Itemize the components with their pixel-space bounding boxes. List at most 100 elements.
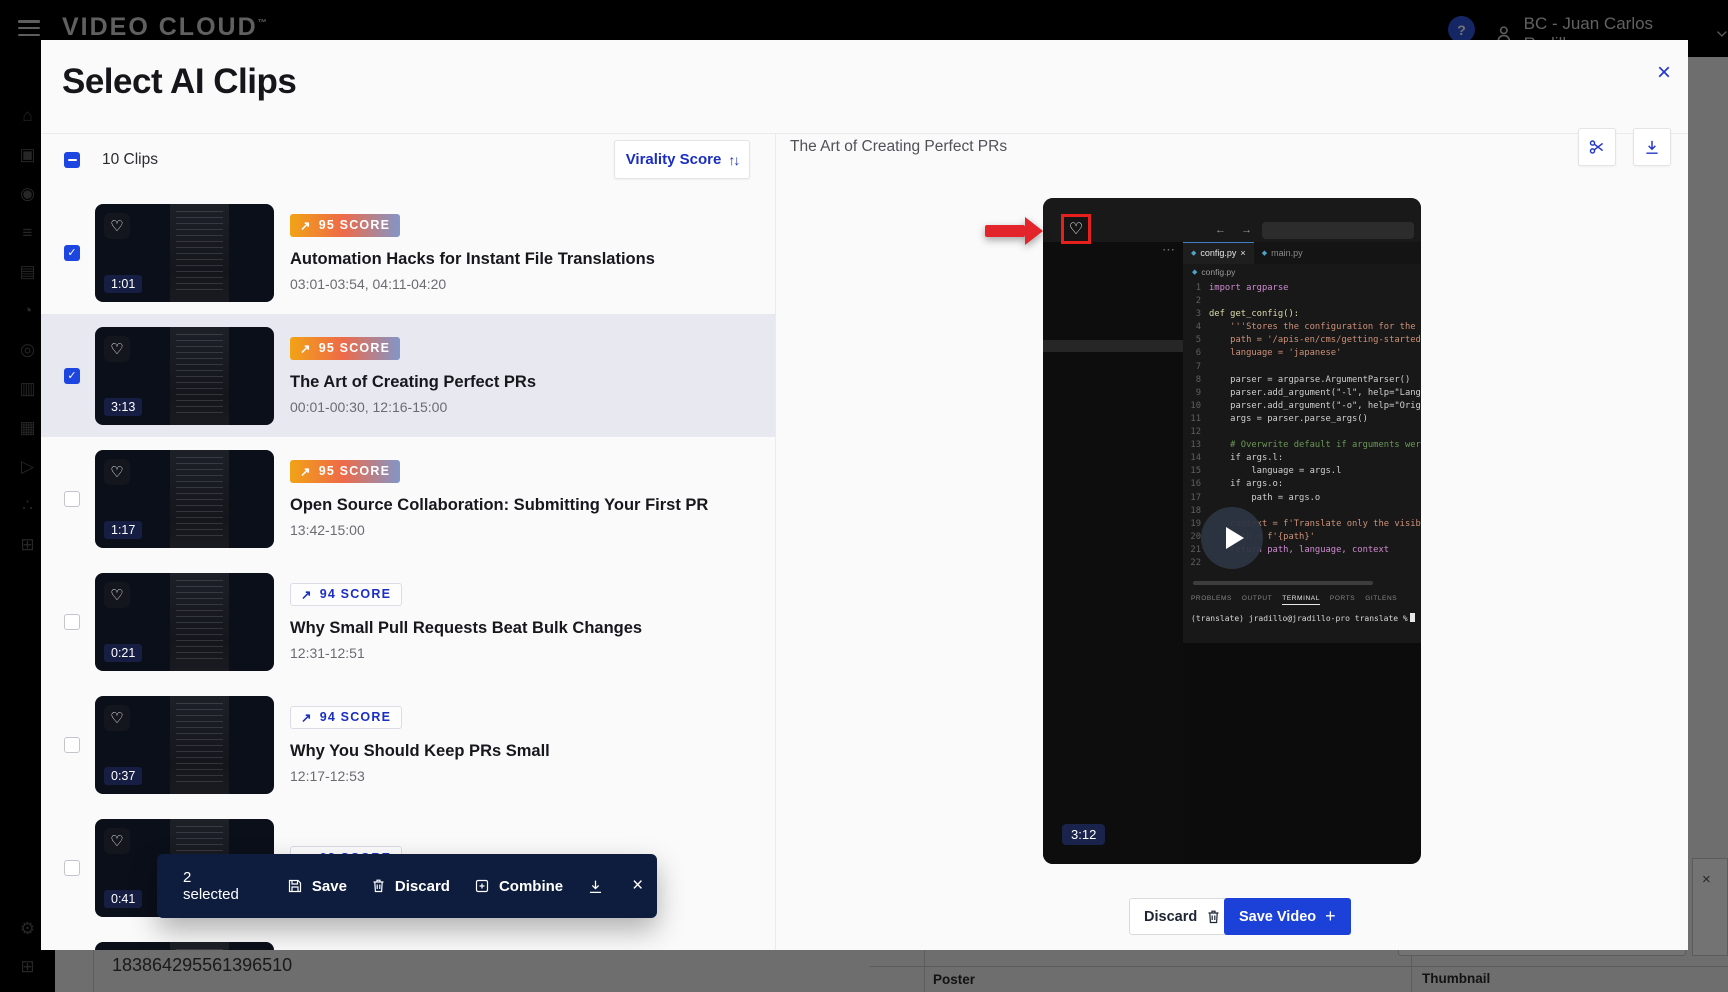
thumbnail-image — [170, 942, 229, 951]
download-clip-button[interactable] — [1633, 128, 1671, 166]
vscode-search-box — [1262, 222, 1414, 239]
select-ai-clips-modal: Select AI Clips × 10 Clips Virality Scor… — [41, 40, 1688, 950]
download-icon — [587, 878, 604, 895]
sort-arrows-icon: ↑↓ — [728, 152, 738, 168]
virality-score-badge: ↗ 95 SCORE — [290, 460, 400, 483]
thumbnail-image — [170, 204, 229, 302]
clip-thumbnail[interactable]: ♡ 3:13 — [95, 327, 274, 425]
score-text: 94 SCORE — [320, 587, 391, 601]
virality-score-badge: ↗ 94 SCORE — [290, 583, 402, 606]
editor-breadcrumb: ◆ config.py — [1183, 264, 1421, 280]
clip-title: Open Source Collaboration: Submitting Yo… — [290, 496, 708, 515]
virality-score-badge: ↗ 95 SCORE — [290, 214, 400, 237]
clip-duration-badge: 1:17 — [104, 521, 142, 539]
modal-title: Select AI Clips — [62, 62, 296, 102]
clip-checkbox[interactable] — [64, 491, 80, 507]
play-icon — [1226, 527, 1244, 549]
clip-duration-badge: 1:01 — [104, 275, 142, 293]
select-all-checkbox[interactable] — [64, 152, 80, 168]
clip-thumbnail[interactable]: ♡ 0:21 — [95, 573, 274, 671]
heart-icon[interactable]: ♡ — [104, 705, 130, 731]
clip-duration-badge: 0:21 — [104, 644, 142, 662]
clip-duration-badge: 0:37 — [104, 767, 142, 785]
thumbnail-image — [170, 573, 229, 671]
trash-icon — [1206, 909, 1221, 925]
trash-icon — [371, 878, 386, 894]
selected-count: 2 selected — [183, 869, 239, 903]
clip-row[interactable]: ✓ ♡ 1:01 ↗ 95 SCORE Automation Hacks for… — [41, 191, 775, 314]
clip-thumbnail[interactable]: ♡ — [95, 942, 274, 951]
clip-info: ↗ 95 SCORE Automation Hacks for Instant … — [290, 214, 655, 292]
virality-score-badge: ↗ 94 SCORE — [290, 706, 402, 729]
terminal-tabs: PROBLEMSOUTPUTTERMINALPORTSGITLENS — [1191, 595, 1397, 605]
clip-times: 00:01-00:30, 12:16-15:00 — [290, 399, 536, 415]
clip-info: ↗ 94 SCORE Why Small Pull Requests Beat … — [290, 583, 642, 661]
clip-row[interactable]: ✓ ♡ 3:13 ↗ 95 SCORE The Art of Creating … — [41, 314, 775, 437]
clip-times: 13:42-15:00 — [290, 522, 708, 538]
clip-checkbox[interactable]: ✓ — [64, 245, 80, 261]
clip-checkbox[interactable]: ✓ — [64, 368, 80, 384]
trending-up-icon: ↗ — [300, 341, 312, 356]
clip-info: ↗ 95 SCORE The Art of Creating Perfect P… — [290, 337, 536, 415]
thumbnail-image — [170, 327, 229, 425]
editor-tab: ◆config.py× — [1183, 242, 1254, 264]
trending-up-icon: ↗ — [300, 464, 312, 479]
clip-thumbnail[interactable]: ♡ 1:01 — [95, 204, 274, 302]
heart-icon: ♡ — [1069, 219, 1083, 239]
clip-times: 12:17-12:53 — [290, 768, 550, 784]
virality-score-badge: ↗ 95 SCORE — [290, 337, 400, 360]
annotation-red-arrow — [985, 217, 1043, 245]
clip-info: ↗ 94 SCORE Why You Should Keep PRs Small… — [290, 706, 550, 784]
clip-count-label: 10 Clips — [102, 151, 158, 169]
heart-icon[interactable]: ♡ — [104, 213, 130, 239]
clip-row[interactable]: ♡ 1:17 ↗ 95 SCORE Open Source Collaborat… — [41, 437, 775, 560]
score-text: 95 SCORE — [319, 218, 390, 232]
heart-icon[interactable]: ♡ — [104, 459, 130, 485]
terminal-tab: TERMINAL — [1282, 595, 1320, 605]
horizontal-scrollbar — [1193, 581, 1373, 585]
virality-score-sort-button[interactable]: Virality Score ↑↓ — [614, 140, 750, 179]
plus-icon: + — [1325, 906, 1336, 927]
clip-thumbnail[interactable]: ♡ 1:17 — [95, 450, 274, 548]
clip-checkbox[interactable] — [64, 860, 80, 876]
clip-title: The Art of Creating Perfect PRs — [290, 373, 536, 392]
clip-times: 12:31-12:51 — [290, 645, 642, 661]
trim-button[interactable] — [1578, 128, 1616, 166]
clip-row[interactable]: ♡ 0:37 ↗ 94 SCORE Why You Should Keep PR… — [41, 683, 775, 806]
modal-close-icon[interactable]: × — [1649, 58, 1679, 88]
clip-checkbox[interactable] — [64, 614, 80, 630]
clip-checkbox[interactable] — [64, 737, 80, 753]
save-button[interactable]: Save — [287, 878, 347, 895]
download-icon — [1643, 138, 1661, 156]
selection-action-bar: 2 selected Save Discard Combine × — [157, 854, 657, 918]
thumbnail-image — [170, 696, 229, 794]
terminal-tab: GITLENS — [1365, 595, 1397, 605]
preview-discard-button[interactable]: Discard — [1129, 898, 1236, 935]
ellipsis-icon: ⋯ — [1162, 242, 1175, 258]
download-button[interactable] — [587, 878, 604, 895]
video-frame-left-panel: ⋯ — [1043, 242, 1183, 864]
editor-tabs: ◆config.py×◆main.py — [1183, 242, 1421, 264]
play-button[interactable] — [1201, 507, 1263, 569]
clip-duration-badge: 0:41 — [104, 890, 142, 908]
favorite-heart-button-highlighted[interactable]: ♡ — [1061, 214, 1091, 244]
combine-button[interactable]: Combine — [474, 878, 563, 895]
screen: VIDEO CLOUD™ ? BC - Juan Carlos Radillo … — [0, 0, 1728, 992]
clip-preview-player[interactable]: ← → ⋯ ◆config.py×◆main.py ◆ config.py 1i… — [1043, 198, 1421, 864]
clip-list: ✓ ♡ 1:01 ↗ 95 SCORE Automation Hacks for… — [41, 191, 775, 950]
heart-icon[interactable]: ♡ — [104, 828, 130, 854]
heart-icon[interactable]: ♡ — [104, 336, 130, 362]
terminal-tab: OUTPUT — [1242, 595, 1272, 605]
discard-button[interactable]: Discard — [371, 878, 450, 895]
scissors-icon — [1588, 138, 1606, 156]
clip-times: 03:01-03:54, 04:11-04:20 — [290, 276, 655, 292]
heart-icon[interactable]: ♡ — [104, 582, 130, 608]
clip-thumbnail[interactable]: ♡ 0:37 — [95, 696, 274, 794]
clip-row[interactable]: ♡ — [41, 929, 775, 950]
clip-title: Why Small Pull Requests Beat Bulk Change… — [290, 619, 642, 638]
action-bar-close-icon[interactable]: × — [632, 875, 643, 897]
save-video-button[interactable]: Save Video + — [1224, 898, 1351, 935]
clip-row[interactable]: ♡ 0:21 ↗ 94 SCORE Why Small Pull Request… — [41, 560, 775, 683]
score-text: 94 SCORE — [320, 710, 391, 724]
divider — [775, 133, 776, 950]
